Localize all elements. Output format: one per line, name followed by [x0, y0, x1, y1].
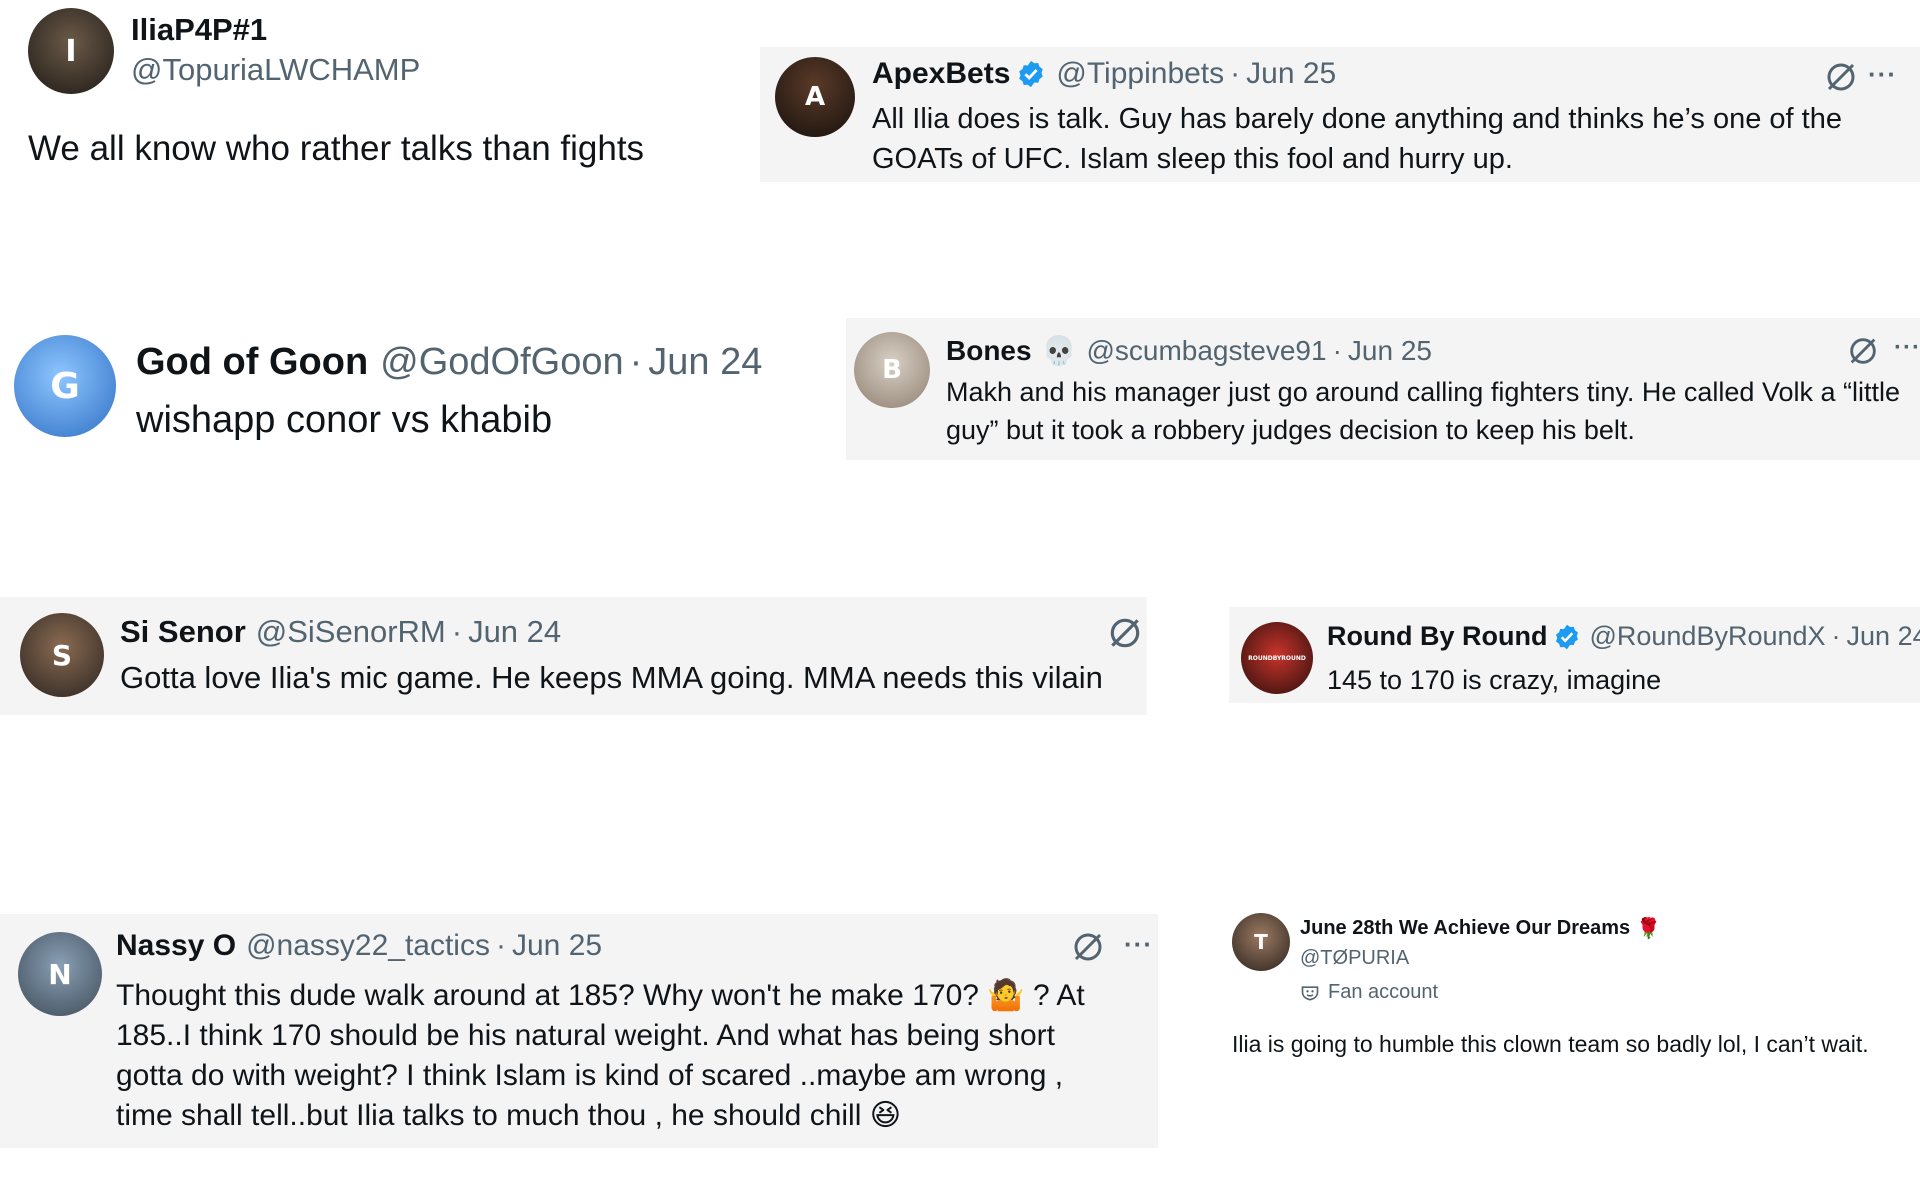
separator-dot: · — [629, 341, 643, 383]
tweet-card-ilia: I IliaP4P#1 @TopuriaLWCHAMP We all know … — [0, 0, 740, 200]
separator-dot: · — [495, 929, 506, 962]
author-handle[interactable]: @nassy22_tactics — [246, 929, 490, 963]
rose-icon: 🌹 — [1636, 918, 1662, 940]
tweet-date[interactable]: Jun 24 — [1847, 621, 1920, 652]
avatar[interactable]: G — [14, 335, 116, 437]
tweet-text: We all know who rather talks than fights — [28, 129, 645, 168]
grok-icon[interactable] — [1106, 614, 1144, 652]
author-handle[interactable]: @scumbagsteve91 — [1086, 335, 1326, 367]
tweet-date[interactable]: Jun 25 — [512, 929, 602, 963]
author-name[interactable]: Nassy O — [116, 929, 236, 963]
grok-icon[interactable] — [1846, 334, 1880, 368]
author-handle[interactable]: @SiSenorRM — [256, 614, 446, 650]
avatar[interactable]: S — [20, 613, 104, 697]
avatar[interactable]: T — [1232, 913, 1290, 971]
tweet-text: All Ilia does is talk. Guy has barely do… — [872, 103, 1842, 175]
author-handle[interactable]: @GodOfGoon — [380, 341, 623, 384]
tweet-date[interactable]: Jun 24 — [468, 614, 561, 650]
more-icon[interactable]: ··· — [1124, 929, 1153, 960]
separator-dot: · — [1332, 334, 1342, 366]
verified-badge-icon — [1553, 623, 1581, 651]
author-name[interactable]: Si Senor — [120, 614, 246, 650]
author-name[interactable]: ApexBets — [872, 57, 1010, 91]
grok-icon[interactable] — [1823, 59, 1859, 95]
author-handle[interactable]: @TØPURIA — [1300, 947, 1409, 970]
author-name[interactable]: IliaP4P#1 — [131, 12, 267, 48]
tweet-date[interactable]: Jun 25 — [1246, 57, 1336, 91]
more-icon[interactable]: ··· — [1868, 59, 1897, 90]
grok-icon[interactable] — [1070, 929, 1106, 965]
tweet-text: 145 to 170 is crazy, imagine — [1327, 665, 1662, 695]
tweet-card-roundbyround: ROUNDBYROUND Round By Round @RoundByRoun… — [1229, 607, 1920, 703]
tweet-card-nassyo: N Nassy O @nassy22_tactics · Jun 25 ··· … — [0, 914, 1158, 1148]
tweet-card-apexbets: A ApexBets @Tippinbets · Jun 25 ··· All … — [760, 47, 1920, 182]
author-name[interactable]: June 28th We Achieve Our Dreams — [1300, 917, 1630, 940]
tweet-text: Gotta love Ilia's mic game. He keeps MMA… — [120, 660, 1103, 695]
tweet-card-godofgoon: G God of Goon @GodOfGoon · Jun 24 wishap… — [0, 325, 800, 455]
tweet-text: Thought this dude walk around at 185? Wh… — [116, 979, 1085, 1132]
tweet-text: wishapp conor vs khabib — [136, 399, 553, 441]
tweet-card-bones: B Bones 💀 @scumbagsteve91 · Jun 25 ··· M… — [846, 318, 1920, 460]
author-name[interactable]: Round By Round — [1327, 621, 1547, 652]
tweet-text: Ilia is going to humble this clown team … — [1232, 1031, 1869, 1057]
tweet-date[interactable]: Jun 25 — [1348, 335, 1432, 367]
verified-badge-icon — [1016, 59, 1046, 89]
author-handle[interactable]: @RoundByRoundX — [1589, 621, 1825, 652]
tweet-text: Makh and his manager just go around call… — [946, 377, 1901, 445]
avatar-text: ROUNDBYROUND — [1248, 654, 1306, 662]
author-handle[interactable]: @TopuriaLWCHAMP — [131, 52, 420, 88]
separator-dot: · — [451, 614, 463, 649]
fan-account-badge: Fan account — [1328, 981, 1439, 1003]
more-icon[interactable]: ··· — [1894, 334, 1920, 362]
avatar[interactable]: ROUNDBYROUND — [1241, 622, 1313, 694]
avatar[interactable]: N — [18, 932, 102, 1016]
avatar[interactable]: B — [854, 332, 930, 408]
skull-icon: 💀 — [1041, 335, 1077, 366]
separator-dot: · — [1230, 57, 1241, 90]
tweet-card-topuria-fan: T June 28th We Achieve Our Dreams 🌹 @TØP… — [1220, 905, 1920, 1085]
author-handle[interactable]: @Tippinbets — [1056, 57, 1224, 91]
separator-dot: · — [1831, 621, 1841, 651]
author-name[interactable]: God of Goon — [136, 341, 368, 384]
avatar[interactable]: A — [775, 57, 855, 137]
tweet-date[interactable]: Jun 24 — [648, 341, 762, 384]
tweet-card-sisenor: S Si Senor @SiSenorRM · Jun 24 Gotta lov… — [0, 597, 1147, 715]
author-name[interactable]: Bones — [946, 335, 1032, 367]
avatar[interactable]: I — [28, 8, 114, 94]
fan-account-icon — [1301, 985, 1319, 1001]
